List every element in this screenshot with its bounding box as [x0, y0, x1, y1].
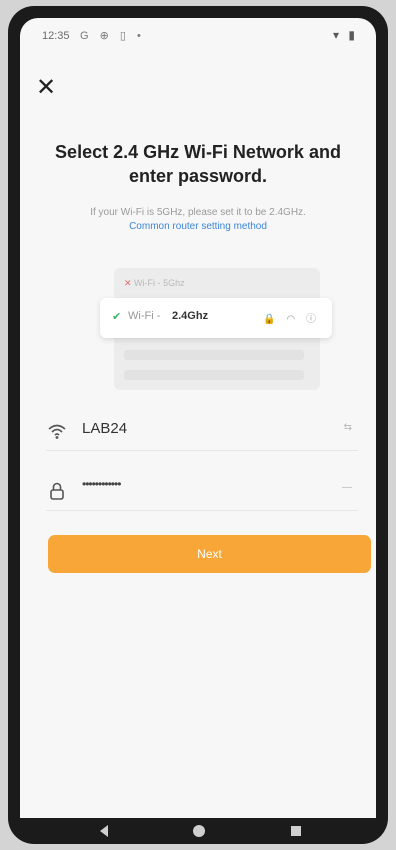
page-title: Select 2.4 GHz Wi-Fi Network and enter p… — [55, 142, 341, 186]
password-visibility-toggle[interactable]: — — [342, 482, 352, 493]
next-button[interactable]: Next — [48, 535, 371, 573]
hint-text: If your Wi-Fi is 5GHz, please set it to … — [90, 207, 306, 218]
status-time: 12:35 — [42, 30, 70, 42]
router-setting-link[interactable]: Common router setting method — [40, 221, 356, 232]
wifi-illustration: ✕ Wi-Fi - 5Ghz ✔ Wi-Fi - 2.4Ghz 🔒 ◠ ⓘ — [100, 268, 332, 390]
status-right-icons: ▾ ▮ — [333, 28, 358, 42]
android-nav-bar — [8, 818, 388, 844]
illustration-front-card: ✔ Wi-Fi - 2.4Ghz 🔒 ◠ ⓘ — [100, 298, 332, 338]
illustration-row-5ghz: ✕ Wi-Fi - 5Ghz — [124, 278, 185, 289]
illustration-placeholder-row — [124, 370, 304, 380]
ssid-value: LAB24 — [82, 420, 128, 437]
x-icon: ✕ — [124, 278, 135, 288]
row-5ghz-band: 5Ghz — [163, 278, 185, 288]
close-icon: ✕ — [36, 74, 57, 101]
password-field[interactable]: •••••••••••• — — [46, 472, 358, 511]
ssid-field[interactable]: LAB24 ⇆ — [46, 412, 358, 451]
row-24-icons: 🔒 ◠ ⓘ — [263, 314, 320, 325]
switch-network-icon[interactable]: ⇆ — [344, 422, 352, 433]
illustration-placeholder-row — [124, 350, 304, 360]
row-5ghz-wifi: Wi-Fi - — [134, 278, 161, 288]
row-24-band: 2.4Ghz — [172, 310, 209, 322]
wifi-icon — [48, 424, 66, 439]
back-nav-icon[interactable] — [94, 821, 114, 841]
status-bar: 12:35 G ⊕ ▯ • ▾ ▮ — [20, 18, 376, 54]
screen: 12:35 G ⊕ ▯ • ▾ ▮ ✕ Select 2.4 GHz Wi-Fi… — [20, 18, 376, 818]
password-value: •••••••••••• — [82, 477, 121, 491]
recents-nav-icon[interactable] — [286, 821, 306, 841]
status-icons: G ⊕ ▯ • — [80, 30, 145, 42]
row-24-wifi: Wi-Fi - — [128, 310, 161, 322]
check-icon: ✔ — [112, 311, 122, 323]
close-button[interactable]: ✕ — [36, 74, 64, 102]
home-nav-icon[interactable] — [189, 821, 209, 841]
phone-frame: 12:35 G ⊕ ▯ • ▾ ▮ ✕ Select 2.4 GHz Wi-Fi… — [8, 6, 388, 844]
lock-icon — [50, 482, 64, 500]
